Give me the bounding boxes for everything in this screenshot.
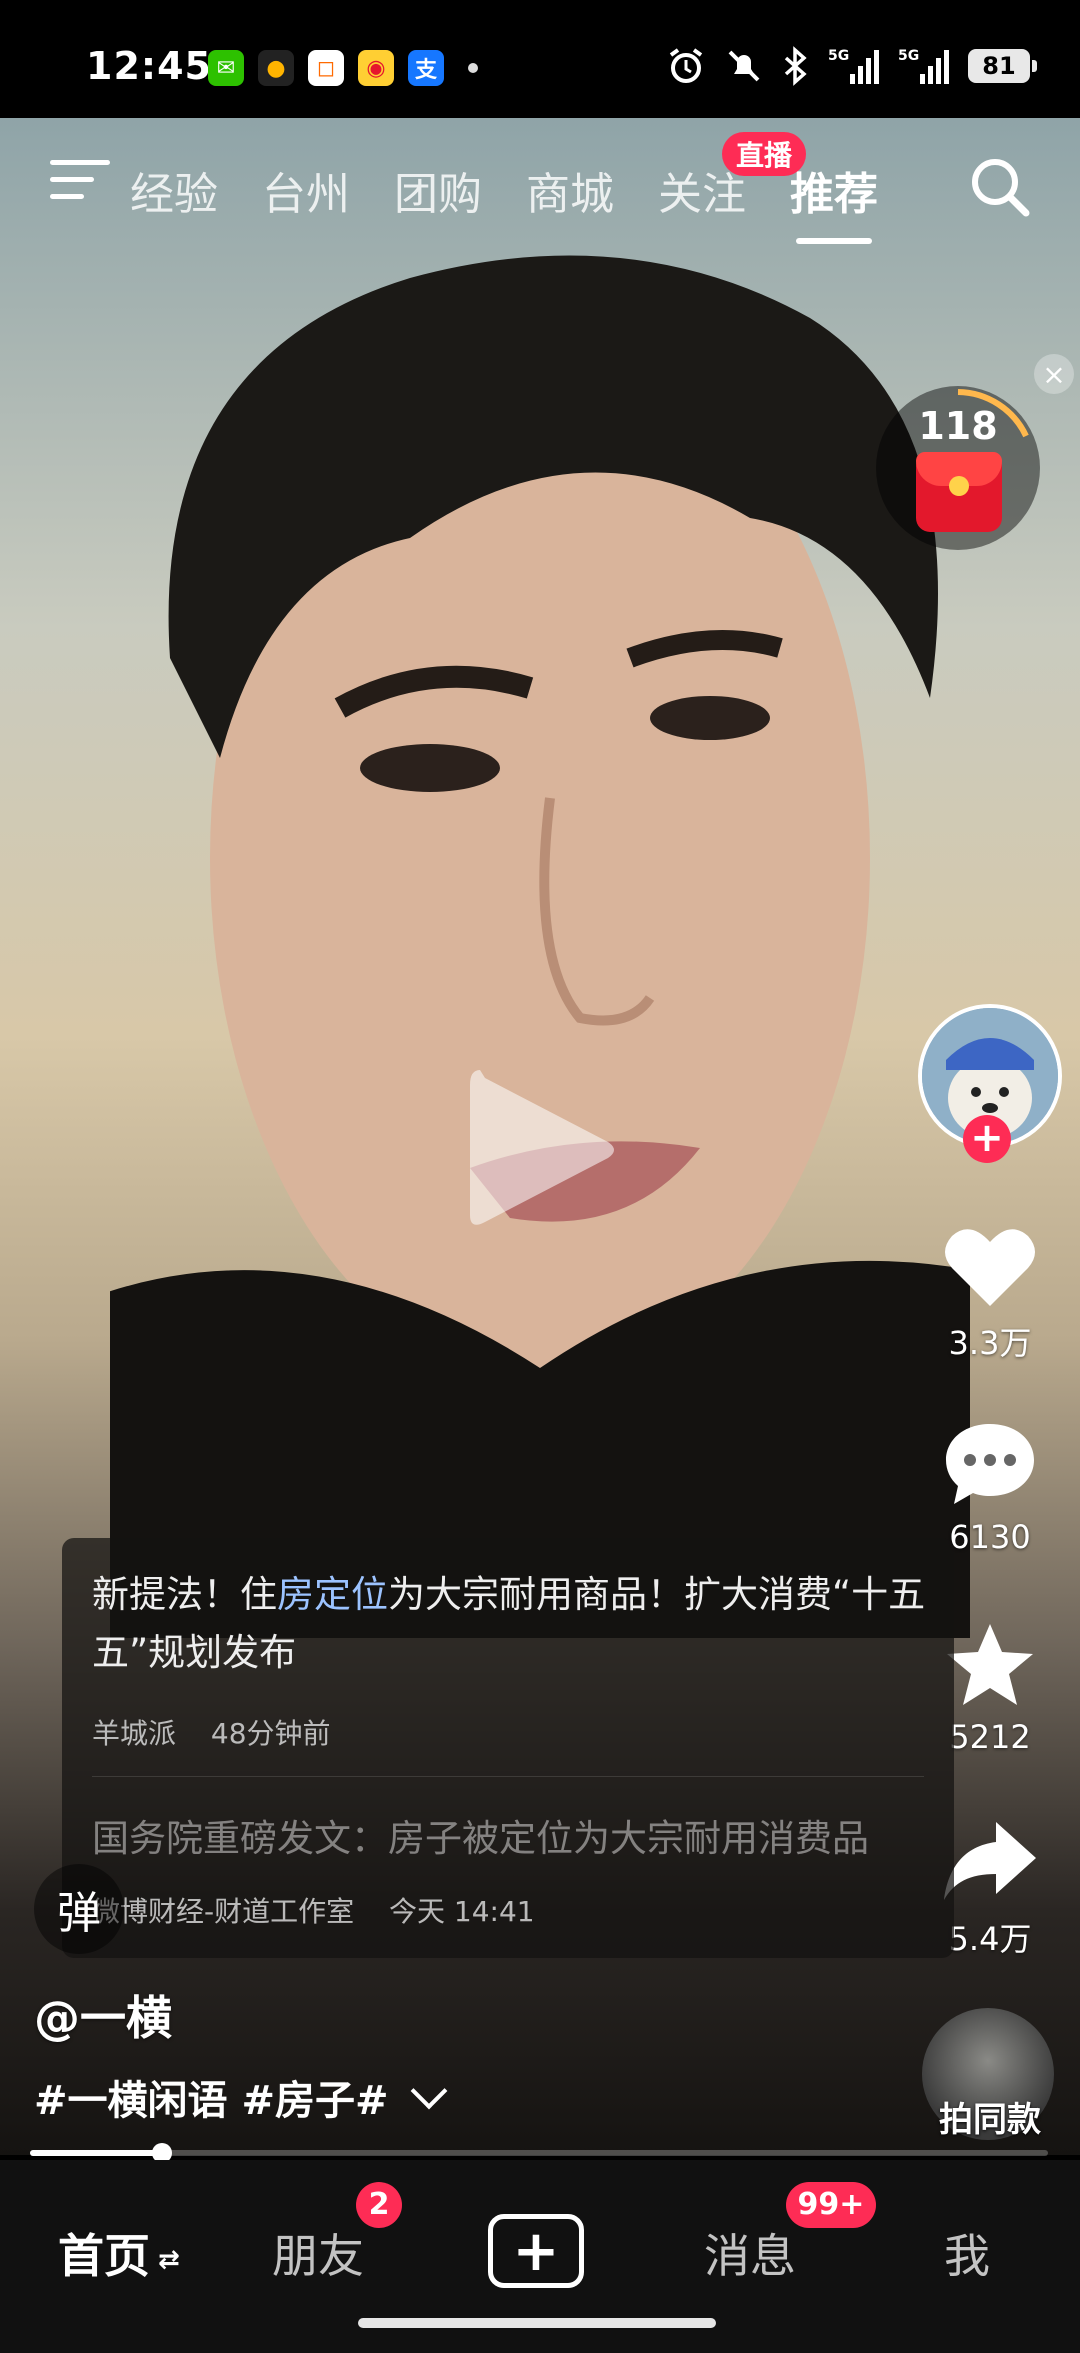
more-notifications-dot bbox=[468, 63, 478, 73]
weibo-icon: ◉ bbox=[358, 50, 394, 86]
nav-messages[interactable]: 消息 bbox=[704, 2220, 796, 2286]
star-icon bbox=[947, 1624, 1033, 1705]
news-card[interactable]: 新提法！住房定位为大宗耐用商品！扩大消费“十五五”规划发布 羊城派 48分钟前 … bbox=[62, 1538, 954, 1958]
red-packet-widget[interactable]: 118 bbox=[876, 386, 1040, 550]
nav-me[interactable]: 我 bbox=[944, 2220, 990, 2286]
messages-badge: 99+ bbox=[786, 2182, 876, 2228]
alipay-icon: 支 bbox=[408, 50, 444, 86]
tab-taizhou[interactable]: 台州 bbox=[262, 158, 350, 222]
news-title[interactable]: 新提法！住房定位为大宗耐用商品！扩大消费“十五五”规划发布 bbox=[92, 1566, 932, 1682]
share-arrow-icon bbox=[944, 1822, 1036, 1900]
tab-experience[interactable]: 经验 bbox=[130, 158, 218, 222]
comment-button[interactable]: 6130 bbox=[930, 1420, 1050, 1556]
status-indicators: 5G 5G 81 bbox=[666, 46, 1037, 86]
status-time: 12:45 bbox=[86, 44, 212, 88]
same-style-label[interactable]: 拍同款 bbox=[920, 2092, 1060, 2141]
swap-icon: ⇄ bbox=[158, 2244, 180, 2275]
tab-recommend[interactable]: 推荐 bbox=[790, 158, 878, 244]
news-time: 48分钟前 bbox=[210, 1717, 331, 1750]
tab-mall[interactable]: 商城 bbox=[526, 158, 614, 222]
chevron-down-icon[interactable] bbox=[411, 2072, 448, 2110]
author-name[interactable]: @一横 bbox=[34, 1982, 172, 2048]
status-app-icons: ✉ ● ◻ ◉ 支 bbox=[208, 50, 478, 86]
live-badge[interactable]: 直播 bbox=[722, 132, 807, 176]
news-divider bbox=[92, 1776, 924, 1777]
alarm-icon bbox=[666, 46, 706, 86]
news-second-title[interactable]: 国务院重磅发文：房子被定位为大宗耐用消费品 bbox=[92, 1808, 942, 1862]
news-second-time: 今天 14:41 bbox=[389, 1895, 535, 1928]
tab-group-buy[interactable]: 团购 bbox=[394, 158, 482, 222]
news-second-meta: 微博财经-财道工作室 今天 14:41 bbox=[92, 1890, 561, 1930]
news-title-highlight[interactable]: 房定位 bbox=[277, 1573, 388, 1616]
search-icon[interactable] bbox=[965, 152, 1035, 222]
battery-indicator: 81 bbox=[968, 49, 1037, 83]
heart-icon bbox=[945, 1229, 1035, 1306]
top-tabs: 经验 台州 团购 商城 关注 推荐 bbox=[130, 158, 922, 244]
progress-fill bbox=[30, 2150, 163, 2156]
close-icon[interactable]: × bbox=[1034, 354, 1074, 394]
like-count: 3.3万 bbox=[948, 1324, 1032, 1362]
news-second-source: 微博财经-财道工作室 bbox=[92, 1895, 355, 1928]
status-bar: 12:45 ✉ ● ◻ ◉ 支 5G 5G 81 bbox=[0, 0, 1080, 118]
mute-bell-icon bbox=[724, 46, 764, 86]
red-envelope-icon bbox=[916, 452, 1002, 532]
bag-app-icon: ◻ bbox=[308, 50, 344, 86]
drop-app-icon: ● bbox=[258, 50, 294, 86]
signal-5g-icon-2: 5G bbox=[898, 46, 950, 86]
home-indicator[interactable] bbox=[358, 2318, 716, 2328]
friends-badge: 2 bbox=[356, 2182, 402, 2228]
like-button[interactable]: 3.3万 bbox=[930, 1222, 1050, 1364]
bluetooth-icon bbox=[782, 46, 810, 86]
play-icon[interactable] bbox=[460, 1060, 620, 1240]
nav-home[interactable]: 首页 ⇄ bbox=[58, 2220, 180, 2286]
signal-5g-icon: 5G bbox=[828, 46, 880, 86]
video-frame-person bbox=[110, 255, 970, 1638]
video-progress-bar[interactable] bbox=[30, 2143, 1048, 2163]
caption-text: #一横闲语 #房子# bbox=[34, 2078, 389, 2124]
danmu-label: 弹 bbox=[57, 1888, 101, 1939]
red-packet-count: 118 bbox=[918, 404, 998, 448]
svg-text:5G: 5G bbox=[828, 48, 849, 64]
wechat-icon: ✉ bbox=[208, 50, 244, 86]
follow-button[interactable]: + bbox=[963, 1115, 1011, 1163]
create-button[interactable]: + bbox=[488, 2214, 584, 2288]
comment-bubble-icon bbox=[946, 1424, 1034, 1504]
danmu-toggle-button[interactable]: 弹 bbox=[34, 1864, 124, 1954]
nav-friends[interactable]: 朋友 bbox=[272, 2220, 364, 2286]
video-caption[interactable]: #一横闲语 #房子# bbox=[34, 2068, 448, 2126]
news-meta: 羊城派 48分钟前 bbox=[92, 1712, 357, 1752]
menu-icon[interactable] bbox=[50, 160, 110, 210]
svg-text:5G: 5G bbox=[898, 48, 919, 64]
news-source: 羊城派 bbox=[92, 1717, 177, 1750]
